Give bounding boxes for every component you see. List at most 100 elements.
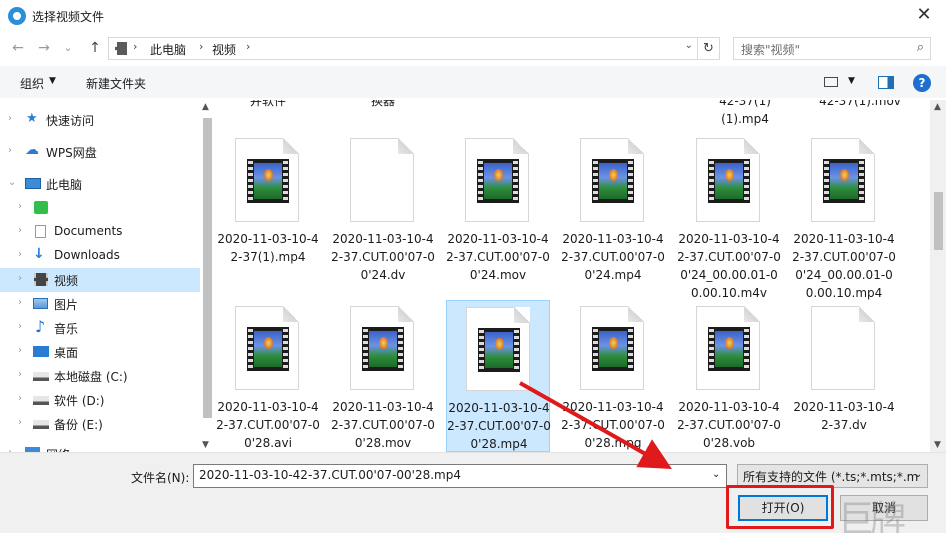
scrollbar-thumb[interactable] [934, 192, 943, 250]
recent-locations-icon[interactable]: ⌄ [58, 38, 78, 58]
sidebar-item-documents[interactable]: › Documents [0, 220, 200, 244]
sidebar-item-quick-access[interactable]: › ★ 快速访问 [0, 108, 200, 132]
breadcrumb-separator[interactable]: › [246, 40, 250, 53]
file-item[interactable]: 2020-11-03-10-42-37.CUT.00'07-00'28.mov [331, 300, 435, 452]
file-item[interactable]: 2020-11-03-10-42-37.CUT.00'07-00'24_00.0… [677, 132, 781, 300]
address-bar[interactable]: › 此电脑 › 视频 › ⌄ [108, 37, 698, 60]
chevron-down-icon[interactable]: ⌄ [914, 469, 922, 480]
file-name-partial[interactable]: 42-37(1).mov [808, 100, 912, 110]
video-file-icon [696, 138, 760, 222]
scroll-down-icon[interactable]: ▼ [934, 440, 941, 450]
sidebar-item-downloads[interactable]: › ↓ Downloads [0, 244, 200, 268]
scroll-up-icon[interactable]: ▲ [934, 102, 941, 112]
chevron-down-icon[interactable]: ▼ [848, 76, 855, 86]
sidebar-item-label: Downloads [54, 248, 120, 262]
document-icon [35, 225, 46, 238]
view-mode-icon[interactable] [824, 77, 838, 87]
file-item[interactable]: 2020-11-03-10-42-37.CUT.00'07-00'28.mp4 [446, 300, 551, 452]
forward-icon[interactable]: → [34, 38, 54, 58]
refresh-button[interactable]: ↻ [698, 37, 720, 60]
sidebar-item-drive-e[interactable]: › 备份 (E:) [0, 412, 200, 436]
file-item[interactable]: 2020-11-03-10-42-37.CUT.00'07-00'28.vob [677, 300, 781, 452]
sidebar-item-this-pc[interactable]: ⌄ 此电脑 [0, 172, 200, 196]
up-folder-icon[interactable]: ↑ [85, 38, 105, 58]
sidebar-item-desktop[interactable]: › 桌面 [0, 340, 200, 364]
sidebar-item-label: 视频 [54, 274, 79, 288]
file-item[interactable]: 2020-11-03-10-42-37.CUT.00'07-00'24.dv [331, 132, 435, 284]
sidebar-item-wps-cloud[interactable]: › ☁ WPS网盘 [0, 140, 200, 164]
annotation-highlight-box [726, 485, 834, 529]
chevron-right-icon[interactable]: › [18, 417, 22, 428]
video-folder-icon [34, 273, 48, 286]
chevron-down-icon[interactable]: ⌄ [712, 469, 720, 480]
file-name-partial[interactable]: 换器 [331, 100, 435, 110]
breadcrumb-separator[interactable]: › [133, 40, 137, 53]
sidebar-item-music[interactable]: › ♪ 音乐 [0, 316, 200, 340]
chevron-right-icon[interactable]: › [18, 345, 22, 356]
chevron-right-icon[interactable]: › [18, 225, 22, 236]
scroll-down-icon[interactable]: ▼ [202, 440, 209, 450]
file-item[interactable]: 2020-11-03-10-42-37.CUT.00'07-00'24.mp4 [561, 132, 665, 284]
new-folder-button[interactable]: 新建文件夹 [86, 75, 146, 92]
chevron-right-icon[interactable]: › [18, 273, 22, 284]
sidebar-item-videos[interactable]: › 视频 [0, 268, 200, 292]
sidebar-item-pictures[interactable]: › 图片 [0, 292, 200, 316]
filename-field[interactable]: 2020-11-03-10-42-37.CUT.00'07-00'28.mp4 [193, 464, 727, 488]
sidebar-item-label: 备份 (E:) [54, 418, 103, 432]
chevron-right-icon[interactable]: › [8, 113, 12, 124]
chevron-right-icon[interactable]: › [18, 249, 22, 260]
search-input[interactable]: 搜索"视频" ⌕ [733, 37, 931, 60]
drive-icon [33, 396, 49, 405]
chevron-right-icon[interactable]: › [18, 297, 22, 308]
file-name-partial[interactable]: 42-37(1) (1).mp4 [693, 100, 797, 128]
file-name: 2020-11-03-10-42-37.CUT.00'07-00'24.dv [331, 232, 435, 282]
breadcrumb-separator[interactable]: › [199, 40, 203, 53]
sidebar-scrollbar[interactable]: ▲ ▼ [200, 100, 214, 452]
blank-file-icon [350, 138, 414, 222]
scroll-up-icon[interactable]: ▲ [202, 102, 209, 112]
breadcrumb-this-pc[interactable]: 此电脑 [150, 41, 186, 58]
chevron-right-icon[interactable]: › [18, 201, 22, 212]
file-name: 2020-11-03-10-42-37.CUT.00'07-00'24_00.0… [792, 232, 896, 300]
sidebar-item-label: 图片 [54, 298, 79, 312]
chevron-right-icon[interactable]: › [18, 369, 22, 380]
file-list-scrollbar[interactable]: ▲ ▼ [930, 100, 946, 452]
chevron-right-icon[interactable]: › [8, 145, 12, 156]
scrollbar-thumb[interactable] [203, 118, 212, 418]
navigation-bar: ← → ⌄ ↑ › 此电脑 › 视频 › ⌄ ↻ 搜索"视频" ⌕ [0, 32, 946, 64]
app-icon [8, 7, 26, 25]
file-name: 2020-11-03-10-42-37.CUT.00'07-00'24.mov [446, 232, 550, 282]
file-item[interactable]: 2020-11-03-10-42-37.dv [792, 300, 896, 452]
file-item[interactable]: 2020-11-03-10-42-37(1).mp4 [216, 132, 320, 284]
close-button[interactable]: ✕ [912, 4, 936, 28]
file-item[interactable]: 2020-11-03-10-42-37.CUT.00'07-00'24_00.0… [792, 132, 896, 300]
file-item[interactable]: 2020-11-03-10-42-37.CUT.00'07-00'28.mpg [561, 300, 665, 452]
breadcrumb-videos[interactable]: 视频 [212, 41, 236, 58]
drive-c-icon [33, 372, 49, 381]
preview-pane-icon[interactable] [878, 76, 894, 89]
sidebar-item-label: 软件 (D:) [54, 394, 105, 408]
music-icon: ♪ [35, 317, 46, 336]
chevron-down-icon[interactable]: ⌄ [685, 40, 693, 51]
command-toolbar: 组织 ▼ 新建文件夹 ▼ ? [0, 66, 946, 98]
sidebar-item-drive-d[interactable]: › 软件 (D:) [0, 388, 200, 412]
chevron-right-icon[interactable]: › [18, 393, 22, 404]
search-icon: ⌕ [916, 40, 924, 55]
sidebar-item-wps-app[interactable]: › [0, 196, 200, 220]
chevron-down-icon[interactable]: ⌄ [8, 177, 16, 188]
computer-icon [25, 178, 41, 189]
sidebar-item-network[interactable]: › 网络 [0, 442, 200, 452]
video-file-icon [580, 306, 644, 390]
organize-button[interactable]: 组织 [20, 75, 44, 92]
chevron-down-icon[interactable]: ▼ [49, 76, 56, 86]
help-icon[interactable]: ? [913, 74, 931, 92]
file-name: 2020-11-03-10-42-37.CUT.00'07-00'28.avi [216, 400, 320, 450]
file-name: 2020-11-03-10-42-37.CUT.00'07-00'28.vob [677, 400, 781, 450]
back-icon[interactable]: ← [8, 38, 28, 58]
sidebar-item-label: WPS网盘 [46, 146, 97, 160]
chevron-right-icon[interactable]: › [18, 321, 22, 332]
file-name-partial[interactable]: 并软件 [216, 100, 320, 110]
sidebar-item-drive-c[interactable]: › 本地磁盘 (C:) [0, 364, 200, 388]
file-item[interactable]: 2020-11-03-10-42-37.CUT.00'07-00'28.avi [216, 300, 320, 452]
file-item[interactable]: 2020-11-03-10-42-37.CUT.00'07-00'24.mov [446, 132, 550, 284]
